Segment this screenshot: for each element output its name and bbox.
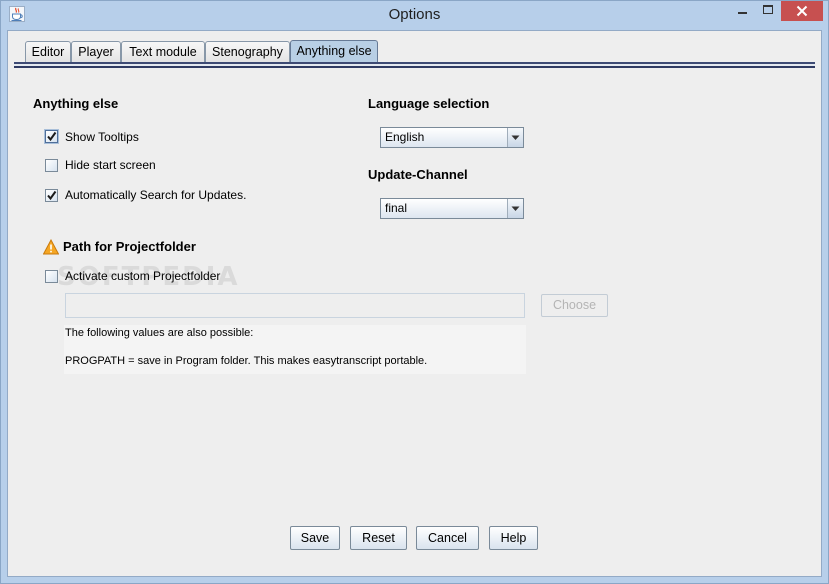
hint-line: PROGPATH = save in Program folder. This …	[65, 355, 428, 367]
close-button[interactable]	[781, 1, 823, 21]
projectfolder-path-field[interactable]	[65, 293, 525, 318]
section-title-path-for-projectfolder: Path for Projectfolder	[63, 239, 196, 254]
close-icon	[796, 5, 808, 17]
choose-button[interactable]: Choose	[541, 294, 608, 317]
save-button[interactable]: Save	[290, 526, 340, 550]
cancel-button[interactable]: Cancel	[416, 526, 479, 550]
update-channel-dropdown[interactable]: final	[380, 198, 524, 219]
options-window: Options Editor Player Text module Stenog…	[0, 0, 829, 584]
maximize-button[interactable]	[755, 1, 781, 20]
auto-update-checkbox[interactable]	[45, 189, 58, 202]
warning-icon	[42, 238, 60, 255]
section-title-anything-else: Anything else	[33, 96, 119, 111]
show-tooltips-checkbox[interactable]	[45, 130, 58, 143]
maximize-icon	[763, 5, 773, 14]
dropdown-arrow-icon[interactable]	[507, 199, 523, 218]
tab-strip-divider	[14, 62, 815, 68]
title-bar[interactable]: Options	[0, 0, 829, 30]
update-channel-selected-value: final	[385, 201, 408, 215]
section-title-update-channel: Update-Channel	[368, 167, 468, 182]
tab-editor[interactable]: Editor	[25, 41, 71, 63]
dialog-content: Editor Player Text module Stenography An…	[8, 31, 821, 576]
checkmark-icon	[47, 131, 57, 142]
auto-update-label[interactable]: Automatically Search for Updates.	[65, 187, 246, 203]
help-button[interactable]: Help	[489, 526, 538, 550]
hide-start-screen-checkbox[interactable]	[45, 159, 58, 172]
window-title: Options	[388, 6, 441, 23]
custom-projectfolder-checkbox[interactable]	[45, 270, 58, 283]
tab-stenography[interactable]: Stenography	[205, 41, 290, 63]
show-tooltips-label[interactable]: Show Tooltips	[65, 129, 139, 145]
section-title-language-selection: Language selection	[368, 96, 490, 111]
tab-text-module[interactable]: Text module	[121, 41, 205, 63]
hint-line: The following values are also possible:	[65, 327, 254, 339]
projectfolder-hint-box: The following values are also possible: …	[64, 325, 526, 374]
checkmark-icon	[47, 190, 57, 201]
custom-projectfolder-label[interactable]: Activate custom Projectfolder	[65, 268, 220, 284]
minimize-button[interactable]	[729, 1, 755, 20]
language-selected-value: English	[385, 130, 425, 144]
minimize-icon	[738, 12, 747, 14]
reset-button[interactable]: Reset	[350, 526, 407, 550]
tab-anything-else[interactable]: Anything else	[290, 40, 378, 63]
language-dropdown[interactable]: English	[380, 127, 524, 148]
dropdown-arrow-icon[interactable]	[507, 128, 523, 147]
hide-start-screen-label[interactable]: Hide start screen	[65, 157, 156, 173]
tab-player[interactable]: Player	[71, 41, 121, 63]
